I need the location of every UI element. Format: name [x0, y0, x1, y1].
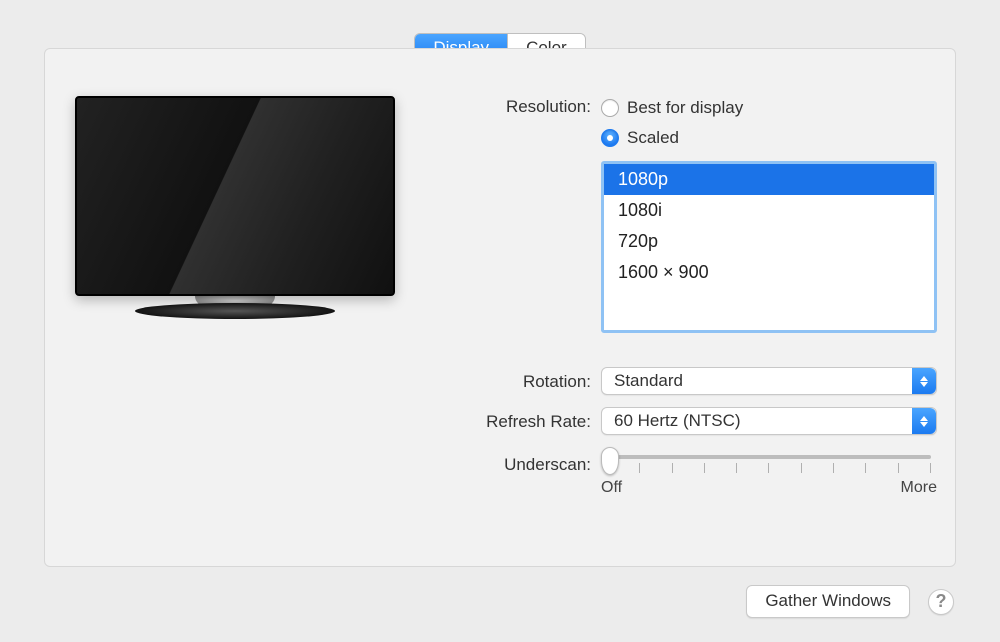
refresh-rate-label: Refresh Rate:: [445, 410, 601, 432]
rotation-value: Standard: [614, 371, 683, 391]
chevron-up-down-icon: [912, 408, 936, 434]
resolution-option[interactable]: 1600 × 900: [604, 257, 934, 288]
resolution-option[interactable]: 720p: [604, 226, 934, 257]
refresh-rate-value: 60 Hertz (NTSC): [614, 411, 741, 431]
resolution-option[interactable]: 1080i: [604, 195, 934, 226]
question-icon: ?: [936, 591, 947, 612]
scaled-resolution-list[interactable]: 1080p 1080i 720p 1600 × 900: [601, 161, 937, 333]
underscan-slider[interactable]: Off More: [601, 453, 937, 509]
underscan-label: Underscan:: [445, 453, 601, 475]
resolution-label: Resolution:: [445, 95, 601, 117]
rotation-select[interactable]: Standard: [601, 367, 937, 395]
resolution-scaled-label: Scaled: [627, 128, 679, 148]
display-preview-icon: [75, 96, 395, 319]
rotation-label: Rotation:: [445, 370, 601, 392]
resolution-best-radio[interactable]: [601, 99, 619, 117]
underscan-more-label: More: [901, 479, 937, 497]
underscan-off-label: Off: [601, 479, 622, 497]
help-button[interactable]: ?: [928, 589, 954, 615]
resolution-best-label: Best for display: [627, 98, 743, 118]
chevron-up-down-icon: [912, 368, 936, 394]
slider-thumb[interactable]: [601, 447, 619, 475]
refresh-rate-select[interactable]: 60 Hertz (NTSC): [601, 407, 937, 435]
gather-windows-button[interactable]: Gather Windows: [746, 585, 910, 618]
resolution-scaled-radio[interactable]: [601, 129, 619, 147]
resolution-option[interactable]: 1080p: [604, 164, 934, 195]
settings-panel: Resolution: Best for display Scaled 1080…: [44, 48, 956, 567]
